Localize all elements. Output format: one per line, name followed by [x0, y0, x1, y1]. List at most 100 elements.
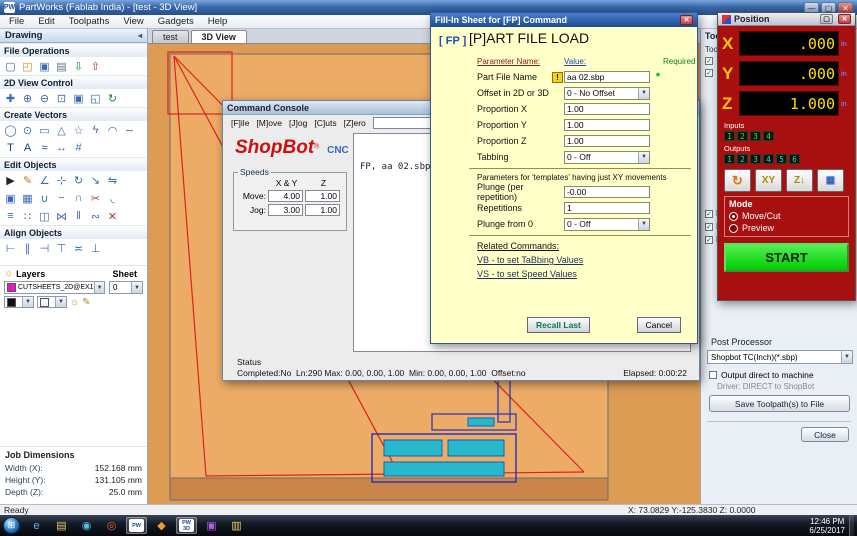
draw-arc-icon[interactable]: ◠: [104, 122, 121, 138]
toolpath-checkbox[interactable]: ✓: [705, 222, 713, 231]
taskbar-cut3d-icon[interactable]: ▣: [201, 517, 222, 534]
toolpath-checkbox[interactable]: ✓: [705, 69, 713, 77]
text-block-icon[interactable]: A: [19, 140, 36, 156]
visibility-icon[interactable]: ☼: [70, 297, 79, 308]
trim-icon[interactable]: ✂: [87, 190, 104, 206]
fill-in-sheet-titlebar[interactable]: Fill-In Sheet for [FP] Command ✕: [431, 13, 697, 27]
group-icon[interactable]: ▣: [2, 190, 19, 206]
subtract-icon[interactable]: −: [53, 190, 70, 206]
snap-grid-icon[interactable]: #: [70, 140, 87, 156]
array-copy-icon[interactable]: ∷: [19, 208, 36, 224]
taskbar-windows-explorer-icon[interactable]: ▤: [51, 517, 72, 534]
proportion-y-input[interactable]: [564, 119, 650, 131]
tab-3d-view[interactable]: 3D View: [190, 30, 247, 43]
dimension-icon[interactable]: ↔: [53, 140, 70, 156]
intersect-icon[interactable]: ∩: [70, 190, 87, 206]
chevron-down-icon[interactable]: ▼: [55, 297, 66, 307]
zoom-out-icon[interactable]: ⊖: [36, 90, 53, 106]
tabbing-select[interactable]: 0 - Off ▼: [564, 150, 650, 164]
measure-icon[interactable]: ∠: [36, 172, 53, 188]
menu-item[interactable]: Toolpaths: [62, 15, 117, 28]
position-titlebar[interactable]: Position ▢ ✕: [718, 13, 855, 26]
move-icon[interactable]: ⊹: [53, 172, 70, 188]
save-toolpaths-button[interactable]: Save Toolpath(s) to File: [709, 395, 850, 412]
vs-command-link[interactable]: VS - to set Speed Values: [477, 267, 697, 281]
chevron-down-icon[interactable]: ▼: [638, 151, 649, 163]
draw-curve-icon[interactable]: ∼: [121, 122, 138, 138]
draw-text-icon[interactable]: T: [2, 140, 19, 156]
start-menu-button[interactable]: ⊞: [3, 517, 20, 534]
align-right-icon[interactable]: ⊣: [36, 240, 53, 256]
tab-test[interactable]: test: [152, 30, 189, 43]
draw-polyline-icon[interactable]: ϟ: [87, 122, 104, 138]
export-vectors-icon[interactable]: ⇧: [87, 58, 104, 74]
rotate-icon[interactable]: ↻: [70, 172, 87, 188]
chevron-down-icon[interactable]: ▼: [22, 297, 33, 307]
draw-star-icon[interactable]: ☆: [70, 122, 87, 138]
move-xy-input[interactable]: [268, 190, 303, 202]
close-icon[interactable]: ✕: [680, 15, 693, 25]
open-file-icon[interactable]: ◰: [19, 58, 36, 74]
repetitions-input[interactable]: [564, 202, 650, 214]
toolpath-checkbox[interactable]: ✓: [705, 57, 713, 65]
taskbar-chrome-icon[interactable]: ◎: [101, 517, 122, 534]
menu-item[interactable]: File: [2, 15, 31, 28]
zoom-in-icon[interactable]: ⊕: [19, 90, 36, 106]
taskbar-partworks-icon[interactable]: PW: [126, 517, 147, 534]
text-on-curve-icon[interactable]: ≈: [36, 140, 53, 156]
menu-item[interactable]: Edit: [31, 15, 61, 28]
menu-item[interactable]: View: [116, 15, 150, 28]
taskbar-partworks-3d-icon[interactable]: PW 3D: [176, 517, 197, 534]
command-input[interactable]: [373, 117, 431, 129]
print-icon[interactable]: ▤: [53, 58, 70, 74]
plunge-input[interactable]: [564, 186, 650, 198]
ungroup-icon[interactable]: ▦: [19, 190, 36, 206]
align-left-icon[interactable]: ⊢: [2, 240, 19, 256]
reset-spindle-button[interactable]: ↻: [724, 169, 751, 192]
mode-move-cut-radio[interactable]: Move/Cut: [729, 210, 844, 222]
start-button[interactable]: START: [724, 243, 849, 272]
cancel-button[interactable]: Cancel: [636, 317, 681, 333]
chevron-down-icon[interactable]: ▼: [93, 282, 104, 293]
layer-dropdown[interactable]: CUTSHEETS_2D@EX1 ▼: [4, 281, 105, 294]
align-top-icon[interactable]: ⊤: [53, 240, 70, 256]
import-vectors-icon[interactable]: ⇩: [70, 58, 87, 74]
file-picker-warning-button[interactable]: !: [552, 71, 563, 83]
vb-command-link[interactable]: VB - to set TaBbing Values: [477, 253, 697, 267]
move-z-input[interactable]: [305, 190, 340, 202]
draw-circle-icon[interactable]: ◯: [2, 122, 19, 138]
draw-rectangle-icon[interactable]: ▭: [36, 122, 53, 138]
chevron-down-icon[interactable]: ▼: [841, 351, 852, 363]
chevron-down-icon[interactable]: ▼: [131, 282, 142, 293]
toolpath-checkbox[interactable]: ✓: [705, 235, 713, 244]
show-desktop-button[interactable]: [849, 515, 854, 536]
nesting-icon[interactable]: ◫: [36, 208, 53, 224]
plunge-from-0-select[interactable]: 0 - Off ▼: [564, 217, 650, 231]
mode-preview-radio[interactable]: Preview: [729, 222, 844, 234]
stroke-color-dropdown[interactable]: ▼: [4, 296, 34, 308]
console-menu-item[interactable]: [F]ile: [231, 118, 249, 128]
align-center-icon[interactable]: ∥: [19, 240, 36, 256]
join-vectors-icon[interactable]: ⋈: [53, 208, 70, 224]
taskbar-aspire-icon[interactable]: ◆: [151, 517, 172, 534]
zoom-selected-icon[interactable]: ◱: [87, 90, 104, 106]
draw-polygon-icon[interactable]: △: [53, 122, 70, 138]
save-file-icon[interactable]: ▣: [36, 58, 53, 74]
align-bottom-icon[interactable]: ⊥: [87, 240, 104, 256]
break-vectors-icon[interactable]: ‖: [70, 208, 87, 224]
taskbar-media-player-icon[interactable]: ◉: [76, 517, 97, 534]
proportion-z-input[interactable]: [564, 135, 650, 147]
output-direct-row[interactable]: Output direct to machine: [709, 370, 814, 380]
keypad-button[interactable]: ▦: [817, 169, 844, 192]
taskbar-clock[interactable]: 12:46 PM 6/25/2017: [809, 517, 849, 535]
zero-xy-button[interactable]: XY: [755, 169, 782, 192]
node-edit-icon[interactable]: ✎: [19, 172, 36, 188]
taskbar-internet-explorer-icon[interactable]: e: [26, 517, 47, 534]
console-menu-item[interactable]: [C]uts: [314, 118, 336, 128]
zoom-window-icon[interactable]: ⊡: [53, 90, 70, 106]
interactive-trim-icon[interactable]: ✕: [104, 208, 121, 224]
offset-icon[interactable]: ≡: [2, 208, 19, 224]
draw-ellipse-icon[interactable]: ⊙: [19, 122, 36, 138]
edit-layer-icon[interactable]: ✎: [82, 297, 90, 308]
refresh-view-icon[interactable]: ↻: [104, 90, 121, 106]
